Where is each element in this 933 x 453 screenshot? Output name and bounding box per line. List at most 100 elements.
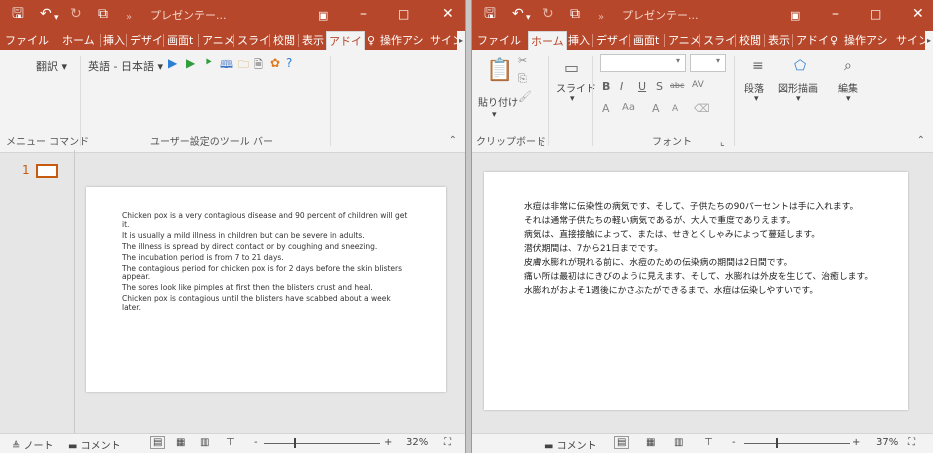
change-case-button[interactable]: Aa (622, 102, 635, 113)
new-slide-icon[interactable]: ▭ (564, 58, 579, 77)
tab-addins[interactable]: アドイ (794, 31, 831, 50)
font-size-dropdown-icon[interactable]: ▾ (716, 56, 720, 65)
zoom-slider-track[interactable] (744, 443, 850, 444)
zoom-in-button[interactable]: + (384, 437, 392, 448)
puzzle-icon[interactable]: ✿ (270, 56, 280, 70)
tab-animations[interactable]: アニメ (200, 31, 237, 50)
paste-icon[interactable]: 📋 (486, 58, 513, 83)
save-icon[interactable]: 🖫 (484, 4, 496, 24)
paste-button[interactable]: 貼り付け (478, 94, 518, 109)
document-icon[interactable]: 🗎 (254, 56, 263, 75)
maximize-icon[interactable]: □ (870, 4, 881, 24)
tab-transitions[interactable]: 画面t (165, 31, 195, 50)
decrease-font-size-button[interactable]: A (672, 104, 678, 114)
undo-dropdown-icon[interactable]: ▾ (526, 8, 531, 28)
character-spacing-button[interactable]: AV (692, 80, 704, 90)
dictionary-icon[interactable]: 🕮 (220, 56, 233, 75)
increase-font-size-button[interactable]: A (652, 102, 660, 115)
strikethrough-button[interactable]: abc (670, 81, 684, 90)
comments-button[interactable]: ▬ コメント (544, 437, 597, 452)
folder-book-icon[interactable]: 🗀 (238, 56, 249, 75)
tell-me-icon[interactable]: ♀ (828, 31, 840, 50)
tab-design[interactable]: デザイ (594, 31, 631, 50)
slide-canvas[interactable]: 水痘は非常に伝染性の病気です、そして、子供たちの90パーセントは手に入れます。 … (484, 172, 908, 410)
help-icon[interactable]: ? (286, 56, 292, 70)
slide-sorter-icon[interactable]: ▦ (176, 437, 185, 448)
language-select[interactable]: 英語 - 日本語 ▾ (88, 58, 163, 74)
play-icon[interactable]: ▶ (168, 56, 177, 70)
font-name-combobox[interactable] (600, 54, 686, 72)
play-from-start-icon[interactable]: ▶ (186, 56, 195, 70)
tell-me-icon[interactable]: ♀ (365, 31, 377, 50)
slideshow-icon[interactable]: ⧉ (98, 4, 108, 24)
comments-button[interactable]: ▬ コメント (68, 437, 121, 452)
tab-transitions[interactable]: 画面t (631, 31, 661, 50)
tab-insert[interactable]: 挿入 (566, 31, 592, 50)
paragraph-icon[interactable]: ≡ (752, 58, 764, 74)
thumbnail-pane-separator[interactable] (74, 150, 75, 433)
tab-animations[interactable]: アニメ (666, 31, 703, 50)
fit-to-window-icon[interactable]: ⛶ (444, 437, 451, 448)
zoom-in-button[interactable]: + (852, 437, 860, 448)
tab-home[interactable]: ホーム (528, 31, 567, 50)
qat-customize-icon[interactable]: » (126, 8, 132, 28)
tab-tell-me[interactable]: 操作アシ (378, 31, 426, 50)
tab-review[interactable]: 校閲 (271, 31, 297, 50)
slideshow-view-icon[interactable]: ⊤ (704, 437, 713, 448)
font-launcher-icon[interactable]: ⌞ (720, 137, 725, 148)
italic-button[interactable]: I (620, 80, 623, 93)
reading-view-icon[interactable]: ▥ (200, 437, 209, 448)
redo-icon[interactable]: ↻ (542, 4, 554, 24)
slide-sorter-icon[interactable]: ▦ (646, 437, 655, 448)
drawing-button[interactable]: 図形描画 (778, 80, 818, 95)
paragraph-dropdown-icon[interactable]: ▾ (754, 94, 759, 104)
redo-icon[interactable]: ↻ (70, 4, 82, 24)
tab-file[interactable]: ファイル (475, 31, 523, 50)
paragraph-button[interactable]: 段落 (744, 80, 764, 95)
tab-file[interactable]: ファイル (3, 31, 51, 50)
tab-addins[interactable]: アドイ (326, 31, 365, 50)
zoom-out-button[interactable]: - (254, 437, 258, 448)
minimize-icon[interactable]: – (832, 4, 839, 24)
slide-button[interactable]: スライド (556, 80, 596, 95)
font-color-button[interactable]: A (602, 102, 610, 115)
translate-button[interactable]: 翻訳 ▾ (36, 58, 67, 74)
shapes-icon[interactable]: ⬠ (794, 58, 806, 74)
shadow-button[interactable]: S (656, 80, 663, 93)
cut-icon[interactable]: ✂ (518, 54, 527, 67)
collapse-ribbon-icon[interactable]: ⌃ (449, 135, 457, 146)
close-icon[interactable]: ✕ (912, 4, 924, 24)
clipboard-launcher-icon[interactable]: ⌞ (540, 137, 545, 148)
zoom-slider-thumb[interactable] (776, 438, 778, 448)
clear-formatting-icon[interactable]: ⌫ (694, 102, 710, 115)
close-icon[interactable]: ✕ (442, 4, 454, 24)
tab-insert[interactable]: 挿入 (101, 31, 127, 50)
slide-thumbnail[interactable] (36, 164, 58, 178)
ribbon-display-icon[interactable]: ▣ (318, 6, 328, 26)
maximize-icon[interactable]: □ (398, 4, 409, 24)
tab-tell-me[interactable]: 操作アシ (842, 31, 890, 50)
tab-slideshow[interactable]: スライ (701, 31, 738, 50)
qat-customize-icon[interactable]: » (598, 8, 604, 28)
zoom-out-button[interactable]: - (732, 437, 736, 448)
copy-icon[interactable]: ⎘ (518, 72, 527, 86)
normal-view-icon[interactable]: ▤ (150, 436, 166, 449)
ribbon-display-icon[interactable]: ▣ (790, 6, 800, 26)
undo-icon[interactable]: ↶ (512, 4, 524, 24)
tab-view[interactable]: 表示 (300, 31, 326, 50)
zoom-level[interactable]: 32% (406, 437, 428, 448)
zoom-level[interactable]: 37% (876, 437, 898, 448)
tab-home[interactable]: ホーム (60, 31, 97, 50)
editing-dropdown-icon[interactable]: ▾ (846, 94, 851, 104)
reading-view-icon[interactable]: ▥ (674, 437, 683, 448)
tab-slideshow[interactable]: スライ (235, 31, 272, 50)
font-name-dropdown-icon[interactable]: ▾ (676, 56, 680, 65)
drawing-dropdown-icon[interactable]: ▾ (796, 94, 801, 104)
underline-button[interactable]: U (638, 80, 646, 93)
slide-dropdown-icon[interactable]: ▾ (570, 94, 575, 104)
undo-icon[interactable]: ↶ (40, 4, 52, 24)
tab-design[interactable]: デザイ (128, 31, 165, 50)
font-size-combobox[interactable] (690, 54, 726, 72)
save-icon[interactable]: 🖫 (12, 4, 24, 24)
minimize-icon[interactable]: – (360, 4, 367, 24)
